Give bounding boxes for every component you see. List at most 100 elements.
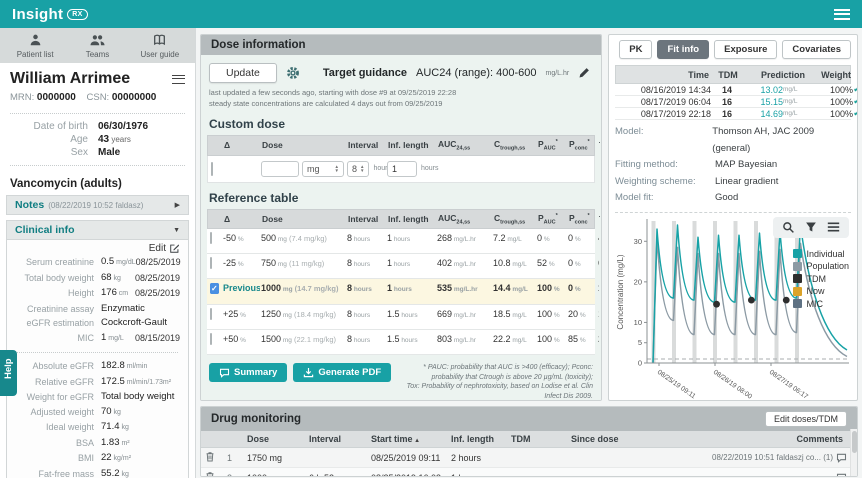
ctrough-cell: 10.8 mg/L bbox=[492, 254, 536, 271]
tab-fit-info[interactable]: Fit info bbox=[657, 40, 709, 59]
patient-menu-icon[interactable] bbox=[172, 75, 185, 84]
pencil-icon[interactable] bbox=[578, 67, 590, 79]
divider bbox=[615, 212, 851, 213]
interval-stepper[interactable]: 8 ▲▼ bbox=[347, 161, 369, 177]
unit: hours bbox=[392, 261, 410, 268]
target-guidance-unit: mg/L.hr bbox=[545, 70, 569, 77]
unit: hours bbox=[400, 312, 418, 319]
target-guidance-label: Target guidance bbox=[323, 67, 407, 79]
inf-length-input[interactable] bbox=[387, 161, 417, 177]
clinical-edit-link[interactable]: Edit bbox=[149, 243, 180, 254]
ctrough-cell: 14.4 mg/L bbox=[492, 280, 536, 297]
comment-bubble-icon[interactable] bbox=[836, 453, 847, 463]
check-icon: ✓ bbox=[853, 96, 858, 107]
unit: hours bbox=[392, 236, 410, 243]
tab-pk[interactable]: PK bbox=[619, 40, 652, 59]
clinical-label: eGFR estimation bbox=[15, 316, 101, 331]
header-cell: Comments bbox=[633, 431, 857, 447]
clinical-info-header[interactable]: Clinical info ▼ bbox=[7, 221, 188, 240]
scrollbar[interactable] bbox=[850, 429, 857, 476]
derived-value: 182.8 ml/min bbox=[101, 359, 180, 375]
unit: mg/L bbox=[511, 337, 527, 344]
nav-teams[interactable]: Teams bbox=[68, 33, 126, 59]
menu-icon[interactable] bbox=[834, 9, 850, 20]
dose-cell: 1500 mg (22.1 mg/kg) bbox=[260, 330, 346, 347]
trash-icon[interactable] bbox=[205, 451, 215, 462]
header-cell: AUC24,ss bbox=[437, 210, 493, 229]
csn-value: 00000000 bbox=[112, 92, 157, 103]
nav-user-guide[interactable]: User guide bbox=[131, 33, 189, 59]
nav-patient-list[interactable]: Patient list bbox=[6, 33, 64, 59]
footnote-line-1: * PAUC: probability that AUC is >400 (ef… bbox=[401, 363, 593, 382]
header-cell: Since dose bbox=[567, 431, 633, 447]
custom-dose-input[interactable] bbox=[261, 161, 299, 177]
interval-cell: 8 hours bbox=[346, 280, 386, 297]
comment-bubble-icon[interactable] bbox=[836, 473, 847, 478]
clinical-row: MIC1 mg/L08/15/2019 bbox=[7, 331, 188, 347]
tab-covariates[interactable]: Covariates bbox=[782, 40, 851, 59]
tox-cell: 10 % bbox=[597, 280, 599, 297]
summary-button[interactable]: Summary bbox=[209, 363, 287, 382]
fit-table: 08/16/2019 14:341413.02mg/L100%✓08/17/20… bbox=[615, 84, 851, 120]
check-icon: ✓ bbox=[853, 84, 858, 95]
sort-asc-icon[interactable]: ▲ bbox=[413, 438, 421, 444]
edit-doses-tdm-button[interactable]: Edit doses/TDM bbox=[765, 411, 847, 427]
download-icon bbox=[303, 367, 314, 378]
drug-monitoring-panel: Drug monitoring Edit doses/TDM DoseInter… bbox=[200, 406, 858, 477]
per-kg: (14.7 mg/kg) bbox=[293, 284, 339, 293]
nav-label: Patient list bbox=[6, 50, 64, 59]
svg-text:08/27/19 06:17: 08/27/19 06:17 bbox=[768, 368, 809, 400]
reference-row[interactable]: -50 %500 mg (7.4 mg/kg)8 hours1 hours268… bbox=[207, 229, 595, 254]
reference-row[interactable]: +50 %1500 mg (22.1 mg/kg)8 hours1.5 hour… bbox=[207, 330, 595, 355]
update-button[interactable]: Update bbox=[209, 63, 277, 83]
row-checkbox[interactable] bbox=[210, 333, 212, 345]
tab-exposure[interactable]: Exposure bbox=[714, 40, 777, 59]
notes-section-header[interactable]: Notes (08/22/2019 10:52 faldasz) ▶ bbox=[6, 195, 189, 215]
unit: mg/L.hr bbox=[452, 236, 476, 243]
unit: % bbox=[573, 236, 581, 243]
dose-unit-select[interactable]: mg ▲▼ bbox=[302, 161, 344, 177]
unit: mg/L.hr bbox=[452, 337, 476, 344]
help-tab[interactable]: Help bbox=[0, 350, 17, 396]
unit: % bbox=[547, 261, 555, 268]
row-checkbox[interactable] bbox=[210, 308, 212, 320]
reference-row[interactable]: ✓Previous1000 mg (14.7 mg/kg)8 hours1 ho… bbox=[207, 279, 595, 305]
demographic-row: SexMale bbox=[0, 146, 195, 159]
model-fit-panel: PKFit infoExposureCovariates TimeTDMPred… bbox=[608, 34, 858, 401]
generate-pdf-button[interactable]: Generate PDF bbox=[293, 363, 391, 382]
caret-down-icon: ▼ bbox=[173, 227, 180, 234]
row-checkbox[interactable] bbox=[210, 257, 212, 269]
gear-icon[interactable] bbox=[286, 66, 300, 80]
derived-value: 22 kg/m² bbox=[101, 451, 180, 467]
custom-dose-row: mg ▲▼ 8 ▲▼ hours bbox=[207, 156, 595, 183]
reference-row[interactable]: -25 %750 mg (11 mg/kg)8 hours1 hours402 … bbox=[207, 254, 595, 279]
model-info-label: Fitting method: bbox=[615, 157, 715, 174]
auc-cell: 268 mg/L.hr bbox=[436, 229, 492, 246]
clinical-unit: mg/L bbox=[106, 335, 124, 342]
chart-menu-icon[interactable] bbox=[827, 221, 840, 234]
model-info-value: Good bbox=[715, 190, 738, 207]
demographics-list: Date of birth06/30/1976Age43 yearsSexMal… bbox=[0, 120, 195, 159]
clinical-value: Enzymatic bbox=[101, 302, 180, 317]
unit: % bbox=[552, 337, 560, 344]
reference-row[interactable]: +25 %1250 mg (18.4 mg/kg)8 hours1.5 hour… bbox=[207, 305, 595, 330]
cell bbox=[207, 229, 222, 246]
row-checkbox[interactable]: ✓ bbox=[210, 283, 219, 294]
row-checkbox[interactable] bbox=[210, 232, 212, 244]
drug-monitoring-row: 21000 mg6 h 52 m08/25/2019 16:031 hours bbox=[201, 468, 857, 477]
unit: mg/L.hr bbox=[452, 312, 476, 319]
nav-label: Teams bbox=[68, 50, 126, 59]
fit-prediction: 15.15 bbox=[743, 97, 783, 107]
model-info-label: Weighting scheme: bbox=[615, 174, 715, 191]
model-info: Model:Thomson AH, JAC 2009 (general)Fitt… bbox=[615, 120, 851, 207]
tdm-point bbox=[748, 296, 755, 303]
filter-icon[interactable] bbox=[805, 221, 817, 234]
trash-icon[interactable] bbox=[205, 471, 215, 477]
custom-dose-checkbox[interactable] bbox=[211, 162, 213, 176]
demo-value: 06/30/1976 bbox=[98, 121, 148, 132]
legend-item: Now bbox=[793, 286, 849, 296]
zoom-icon[interactable] bbox=[782, 221, 795, 234]
fit-unit: mg/L bbox=[783, 98, 807, 105]
derived-label: BSA bbox=[15, 436, 101, 452]
model-info-label: Model fit: bbox=[615, 190, 715, 207]
